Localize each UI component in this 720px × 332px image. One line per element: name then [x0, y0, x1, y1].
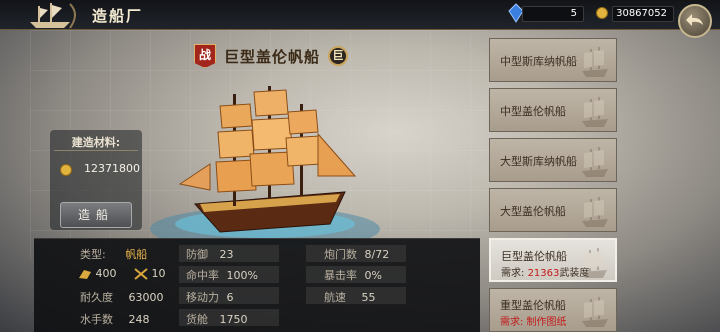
stat-gun-ports: 炮门数 8/72 [324, 248, 390, 261]
page-title: 造船厂 [92, 7, 144, 25]
ship-list-item[interactable]: 中型盖伦帆船 [489, 88, 617, 132]
gold-coin-icon [596, 7, 608, 19]
ship-thumbnail-icon [582, 197, 608, 227]
ship-thumbnail-icon [582, 297, 608, 327]
stat-crew: 水手数 248 [80, 313, 150, 326]
stat-accuracy: 命中率 100% [186, 269, 258, 282]
build-ship-button[interactable]: 造船 [60, 202, 132, 228]
back-arrow-icon [686, 14, 703, 26]
stat-speed: 航速 55 [324, 291, 376, 304]
size-badge: 巨 [328, 46, 348, 66]
stat-durability: 耐久度 63000 [80, 291, 164, 304]
stat-cannons: 10 [134, 267, 166, 280]
ship-thumbnail-icon [582, 47, 608, 77]
ship-list-item-name: 重型盖伦帆船 [500, 299, 566, 312]
ship-thumbnail-icon [582, 97, 608, 127]
materials-coin-cost: 12371800 [84, 162, 140, 175]
ship-requirement: 需求: 制作图纸 [500, 317, 567, 328]
sailor-icon [79, 270, 91, 279]
ship-list-item[interactable]: 重型盖伦帆船 需求: 制作图纸 [489, 288, 617, 332]
stat-defense: 防御 23 [186, 248, 234, 261]
ship-image [150, 86, 380, 244]
gem-count: 5 [522, 6, 584, 22]
top-bar: 造船厂 5 30867052 [0, 0, 720, 38]
ship-list-item-name: 大型盖伦帆船 [500, 205, 566, 218]
ship-list-item-name: 大型斯库纳帆船 [500, 155, 577, 168]
materials-title: 建造材料: [71, 136, 121, 149]
stat-mobility: 移动力 6 [186, 291, 234, 304]
back-button[interactable] [678, 4, 712, 38]
stat-crit-rate: 暴击率 0% [324, 269, 382, 282]
ship-list-item-name: 中型斯库纳帆船 [500, 55, 577, 68]
crossed-swords-icon [134, 268, 148, 280]
ship-list-item-name: 巨型盖伦帆船 [501, 250, 567, 263]
stat-type: 类型: 帆船 [80, 248, 148, 261]
stat-sailors: 400 [78, 267, 117, 280]
stat-cargo: 货舱 1750 [186, 313, 248, 326]
gold-coin-icon [60, 164, 72, 176]
ship-list-item-name: 中型盖伦帆船 [500, 105, 566, 118]
ship-list-item[interactable]: 大型斯库纳帆船 [489, 138, 617, 182]
ship-list-item[interactable]: 大型盖伦帆船 [489, 188, 617, 232]
stats-panel: 类型: 帆船 400 10 耐久度 63000 水手数 248 防御 23 命中… [34, 238, 480, 332]
ship-list-item-selected[interactable]: 巨型盖伦帆船 需求: 21363武装度 [489, 238, 617, 282]
ship-list-item[interactable]: 中型斯库纳帆船 [489, 38, 617, 82]
materials-divider [54, 150, 138, 151]
gold-count: 30867052 [612, 6, 674, 22]
ship-thumbnail-icon [582, 147, 608, 177]
ship-logo-icon [30, 3, 76, 29]
ship-thumbnail-icon [581, 248, 607, 278]
